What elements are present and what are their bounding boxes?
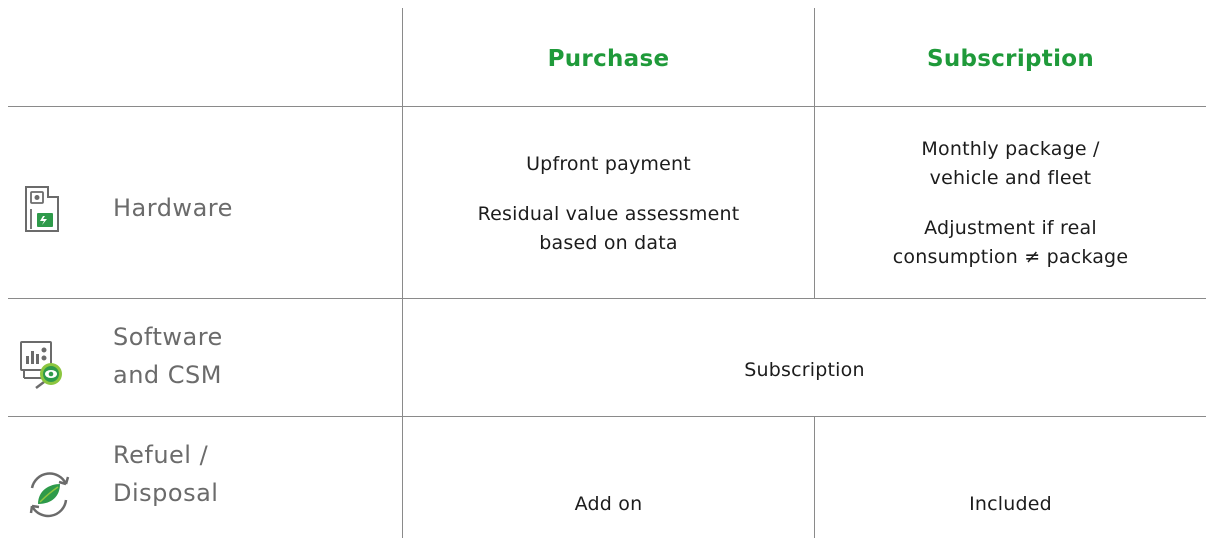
row-divider-software (8, 416, 1206, 417)
hardware-purchase-upfront: Upfront payment (526, 153, 691, 175)
row-divider-header (8, 106, 1206, 107)
row-label-refuel-line2: Disposal (113, 479, 219, 507)
row-label-hardware: Hardware (113, 194, 233, 222)
column-divider-middle-bottom (814, 416, 815, 538)
row-label-software-line2: and CSM (113, 361, 222, 389)
row-label-refuel-line1: Refuel / (113, 441, 209, 469)
software-monitoring-icon (18, 340, 66, 394)
hardware-subscription-adjustment-line2: consumption ≠ package (892, 246, 1129, 268)
hardware-subscription-monthly-line2: vehicle and fleet (929, 167, 1092, 189)
hardware-purchase-residual-line2: based on data (539, 232, 678, 254)
row-label-software-line1: Software (113, 323, 223, 351)
refuel-purchase-value: Add on (574, 493, 643, 515)
column-divider-left (402, 8, 403, 538)
hardware-subscription-monthly-line1: Monthly package / (921, 138, 1100, 160)
hardware-purchase-residual-line1: Residual value assessment (477, 203, 740, 225)
column-header-subscription: Subscription (926, 46, 1095, 72)
row-divider-hardware (8, 298, 1206, 299)
refuel-subscription-value: Included (969, 493, 1052, 515)
software-subscription-merged: Subscription (744, 359, 865, 381)
hardware-device-icon (22, 185, 64, 237)
hardware-subscription-adjustment-line1: Adjustment if real (924, 217, 1097, 239)
column-header-purchase: Purchase (547, 46, 670, 72)
refuel-cycle-icon (22, 466, 76, 528)
